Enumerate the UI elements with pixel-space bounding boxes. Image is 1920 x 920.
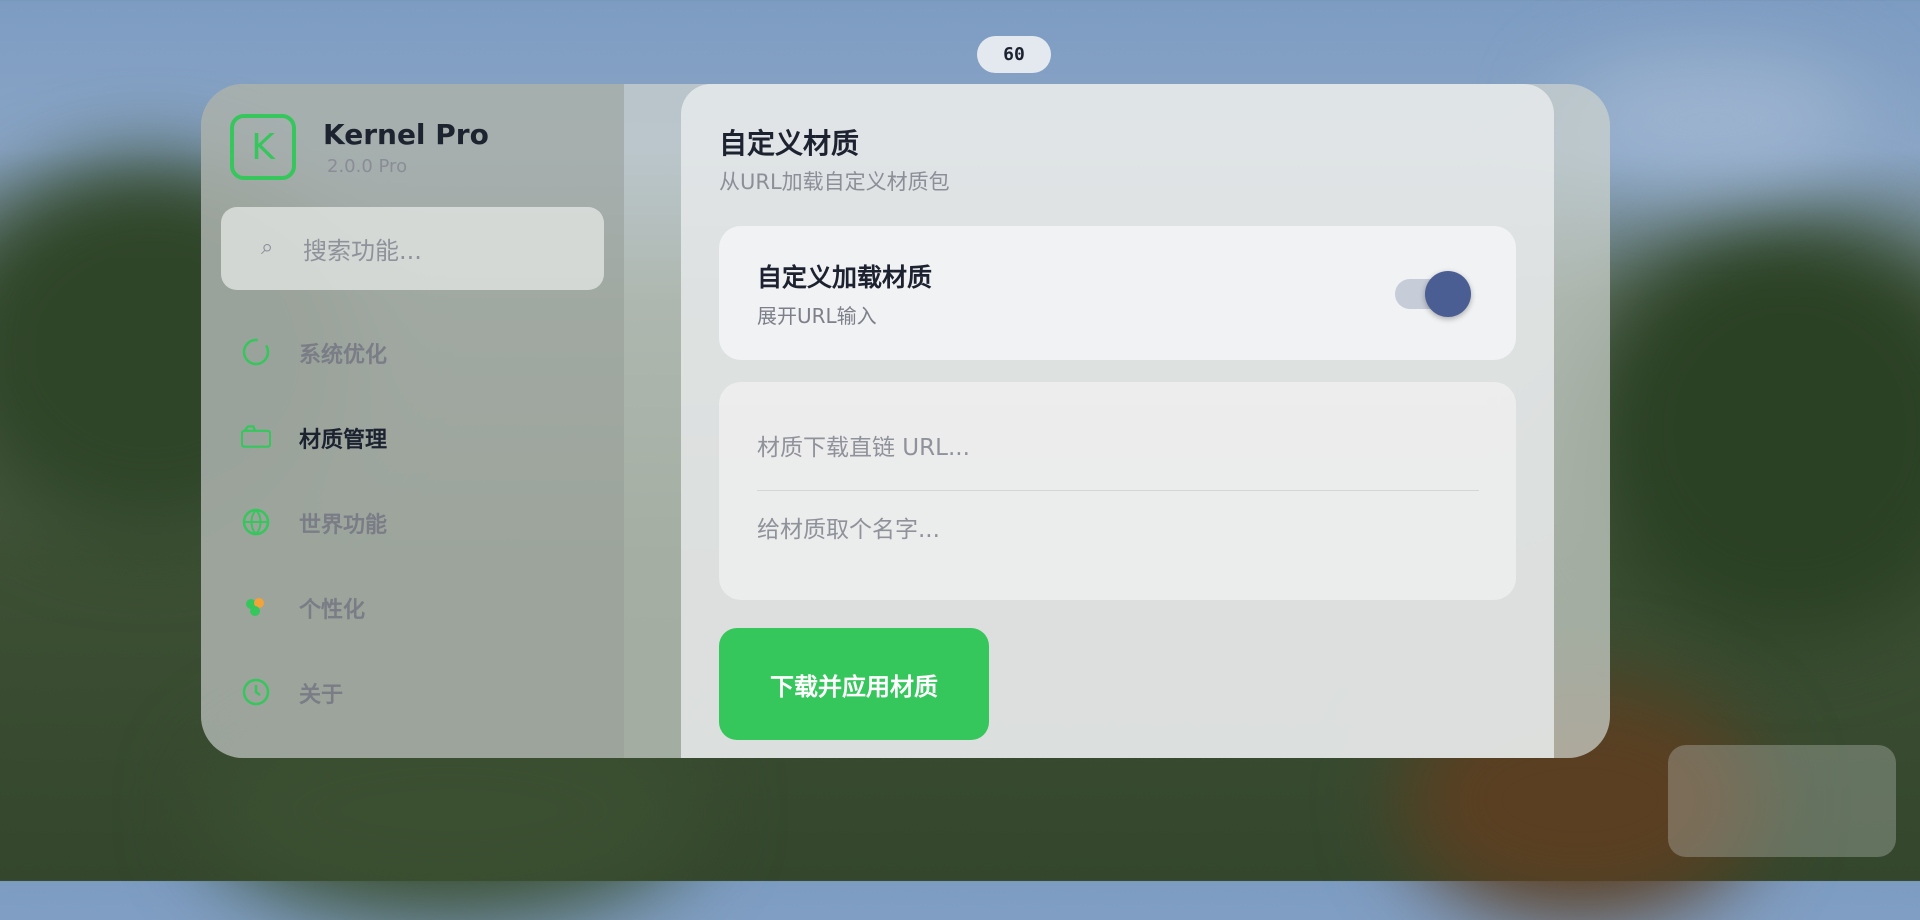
sidebar-item-label: 个性化: [299, 598, 366, 623]
folder-icon: [241, 425, 271, 448]
sidebar: K Kernel Pro 2.0.0 Pro ⌕ 搜索功能... 系统优化 材质…: [201, 84, 624, 758]
toggle-card-title: 自定义加载材质: [757, 263, 933, 292]
input-divider: [757, 490, 1479, 491]
refresh-circle-icon: [242, 338, 270, 366]
url-input-card: 材质下载直链 URL... 给材质取个名字...: [719, 382, 1516, 600]
sidebar-item-system-optimize[interactable]: 系统优化: [241, 327, 601, 377]
sidebar-item-world[interactable]: 世界功能: [241, 497, 601, 547]
app-version: 2.0.0 Pro: [327, 156, 408, 177]
search-icon: ⌕: [261, 235, 274, 260]
page-subtitle: 从URL加载自定义材质包: [719, 170, 950, 194]
texture-url-placeholder: 材质下载直链 URL...: [757, 435, 970, 461]
app-logo: K: [230, 114, 296, 180]
sidebar-item-texture-manage[interactable]: 材质管理: [241, 412, 601, 462]
palette-icon: [246, 598, 264, 616]
toggle-card-subtitle: 展开URL输入: [757, 304, 877, 328]
custom-texture-toggle-card: 自定义加载材质 展开URL输入: [719, 226, 1516, 360]
sidebar-item-label: 世界功能: [299, 513, 388, 538]
texture-url-input[interactable]: 材质下载直链 URL...: [757, 418, 1477, 478]
app-logo-letter: K: [251, 126, 275, 168]
texture-name-input[interactable]: 给材质取个名字...: [757, 500, 1477, 560]
clock-icon: [242, 678, 270, 706]
toggle-knob: [1425, 271, 1471, 317]
custom-texture-toggle[interactable]: [1395, 271, 1473, 317]
content-panel: 自定义材质 从URL加载自定义材质包 自定义加载材质 展开URL输入 材质下载直…: [681, 84, 1554, 758]
main-window: K Kernel Pro 2.0.0 Pro ⌕ 搜索功能... 系统优化 材质…: [201, 84, 1610, 758]
app-name: Kernel Pro: [323, 118, 489, 151]
search-input[interactable]: ⌕ 搜索功能...: [221, 207, 604, 290]
page-title: 自定义材质: [719, 127, 860, 160]
sidebar-item-label: 关于: [299, 683, 344, 708]
sidebar-item-label: 材质管理: [299, 428, 388, 453]
texture-name-placeholder: 给材质取个名字...: [757, 517, 940, 543]
search-placeholder: 搜索功能...: [303, 237, 422, 265]
download-apply-button[interactable]: 下载并应用材质: [719, 628, 989, 740]
hud-widget: [1668, 745, 1896, 857]
sidebar-item-about[interactable]: 关于: [241, 667, 601, 717]
fps-counter: 60: [977, 36, 1051, 73]
globe-icon: [242, 508, 270, 536]
sidebar-item-personalize[interactable]: 个性化: [241, 582, 601, 632]
sidebar-item-label: 系统优化: [299, 343, 388, 368]
